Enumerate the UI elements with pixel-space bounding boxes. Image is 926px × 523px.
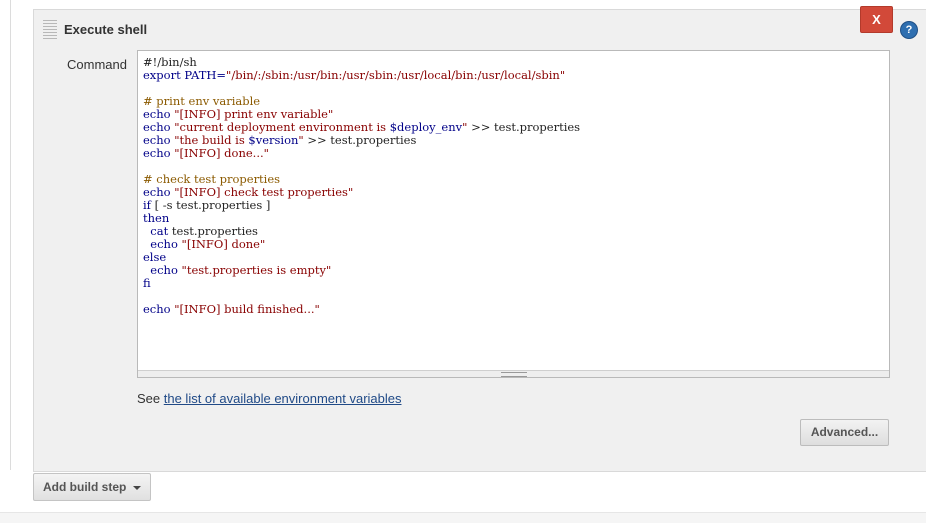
env-vars-help: See the list of available environment va… [137, 391, 402, 406]
code-token: >> test.properties [303, 133, 417, 147]
code-token: then [143, 211, 170, 225]
code-token: echo [143, 146, 175, 160]
code-token: echo [143, 107, 175, 121]
code-token: cat [143, 224, 169, 238]
code-token: >> test.properties [467, 120, 581, 134]
code-token: "[INFO] done" [181, 237, 266, 251]
help-icon[interactable]: ? [901, 22, 917, 38]
code-token: test.properties [168, 224, 258, 238]
code-token: echo [143, 185, 175, 199]
command-label: Command [67, 57, 127, 72]
code-line: export PATH="/bin/:/sbin:/usr/bin:/usr/s… [143, 69, 884, 82]
code-token: $deploy_env [389, 120, 463, 134]
env-vars-prefix: See [137, 391, 164, 406]
code-token: "[INFO] print env variable" [174, 107, 334, 121]
command-editor[interactable]: #!/bin/sh export PATH="/bin/:/sbin:/usr/b… [137, 50, 890, 378]
code-token: else [143, 250, 167, 264]
code-token: # check test properties [143, 172, 281, 186]
code-line: echo "test.properties is empty" [143, 264, 884, 277]
code-line: echo "[INFO] build finished..." [143, 303, 884, 316]
code-token: "[INFO] done..." [174, 146, 269, 160]
code-line: if [ -s test.properties ] [143, 199, 884, 212]
delete-step-button[interactable]: X [860, 6, 893, 33]
code-token: "test.properties is empty" [181, 263, 332, 277]
code-token: echo [143, 302, 175, 316]
advanced-button[interactable]: Advanced... [800, 419, 889, 446]
drag-handle-icon[interactable] [43, 20, 57, 39]
code-token: "current deployment environment is [174, 120, 390, 134]
section-title: Execute shell [64, 22, 148, 37]
page-footer-strip [0, 512, 926, 523]
code-token: if [143, 198, 151, 212]
code-token: "[INFO] check test properties" [174, 185, 354, 199]
code-token: "the build is [174, 133, 249, 147]
code-token: echo [143, 263, 182, 277]
code-line: fi [143, 277, 884, 290]
code-line: echo "[INFO] done" [143, 238, 884, 251]
code-token: $version [248, 133, 299, 147]
editor-resize-bar[interactable] [138, 370, 889, 377]
command-code[interactable]: #!/bin/sh export PATH="/bin/:/sbin:/usr/b… [143, 56, 884, 367]
code-token: export PATH= [143, 68, 227, 82]
code-token: echo [143, 133, 175, 147]
code-token: "[INFO] build finished..." [174, 302, 320, 316]
code-token: echo [143, 237, 182, 251]
code-line: echo "[INFO] done..." [143, 147, 884, 160]
code-token: [ -s test.properties ] [150, 198, 271, 212]
chevron-down-icon [133, 486, 141, 490]
add-build-step-label: Add build step [43, 480, 127, 494]
code-token: fi [143, 276, 151, 290]
code-token: # print env variable [143, 94, 261, 108]
code-token: "/bin/:/sbin:/usr/bin:/usr/sbin:/usr/loc… [226, 68, 566, 82]
code-token: echo [143, 120, 175, 134]
env-vars-link[interactable]: the list of available environment variab… [164, 391, 402, 406]
add-build-step-button[interactable]: Add build step [33, 473, 151, 501]
resize-grip-icon[interactable] [501, 372, 527, 377]
